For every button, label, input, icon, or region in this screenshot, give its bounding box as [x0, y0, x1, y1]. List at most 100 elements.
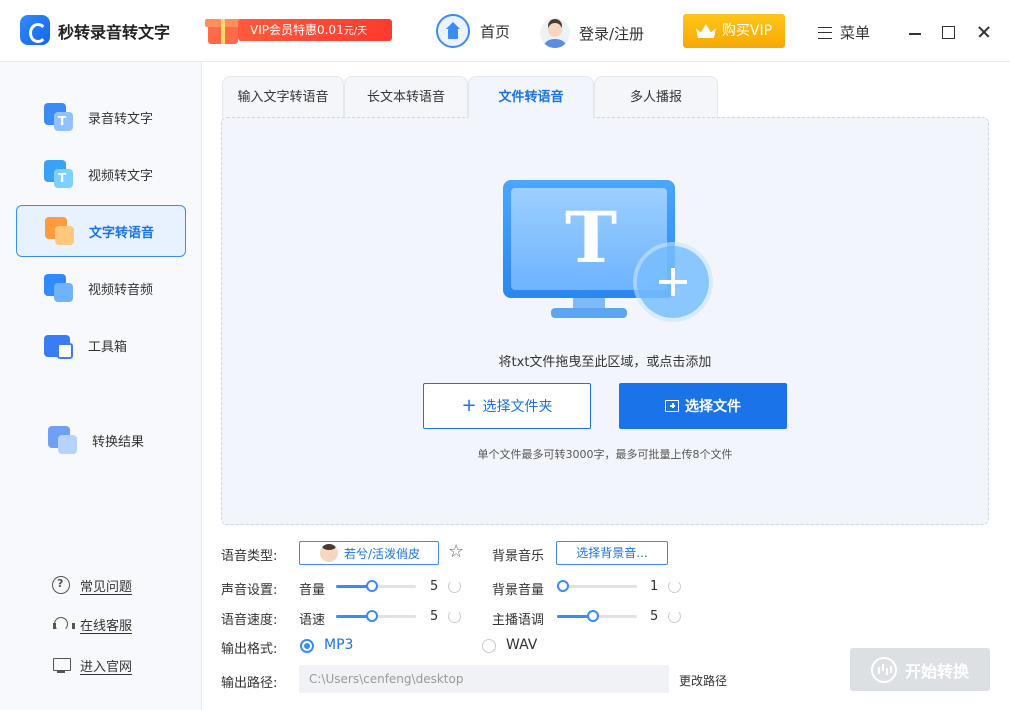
- sound-settings-label: 声音设置:: [221, 583, 278, 598]
- sidebar-item-label: 录音转文字: [88, 111, 154, 127]
- website-label: 进入官网: [80, 659, 133, 675]
- tab-multi-speaker[interactable]: 多人播报: [594, 76, 718, 118]
- reset-icon[interactable]: [668, 580, 681, 593]
- login-button[interactable]: 登录/注册: [540, 16, 644, 50]
- home-icon: [436, 14, 470, 48]
- select-folder-label: 选择文件夹: [482, 399, 553, 415]
- tab-long-text[interactable]: 长文本转语音: [344, 76, 468, 118]
- select-folder-button[interactable]: + 选择文件夹: [423, 383, 591, 429]
- star-icon[interactable]: ☆: [448, 543, 464, 561]
- minimize-icon[interactable]: [906, 24, 924, 42]
- hamburger-icon: [818, 26, 832, 39]
- video-to-text-icon: T: [44, 160, 74, 188]
- title-bar: 秒转录音转文字 VIP会员特惠0.01元/天 首页 登录/注册 购买VIP 菜单: [0, 0, 1010, 62]
- monitor-icon: [52, 656, 71, 674]
- volume-slider[interactable]: [336, 579, 416, 593]
- voice-name: 若兮/活泼俏皮: [344, 546, 421, 561]
- toolbox-icon: [44, 331, 74, 359]
- sidebar-item-text-to-speech[interactable]: 文字转语音: [16, 205, 186, 257]
- tab-input-text[interactable]: 输入文字转语音: [222, 76, 344, 118]
- format-label: 输出格式:: [221, 642, 278, 657]
- user-avatar-icon: [540, 18, 570, 48]
- video-to-audio-icon: [44, 274, 74, 302]
- upload-limit-note: 单个文件最多可转3000字，最多可批量上传8个文件: [477, 448, 733, 461]
- plus-icon: [637, 246, 709, 318]
- vip-promo-label: VIP会员特惠0.01元/天: [238, 19, 392, 41]
- sidebar: T 录音转文字 T 视频转文字 文字转语音 视频转音频 工具箱 转换结果 常见问…: [0, 62, 202, 710]
- faq-link[interactable]: 常见问题: [52, 574, 132, 596]
- support-link[interactable]: 在线客服: [52, 613, 132, 635]
- tab-file-to-speech[interactable]: 文件转语音: [468, 76, 594, 118]
- home-button[interactable]: 首页: [436, 14, 510, 48]
- format-wav-radio[interactable]: [482, 639, 496, 653]
- support-label: 在线客服: [80, 618, 133, 634]
- sidebar-item-label: 视频转文字: [88, 168, 154, 184]
- buy-vip-button[interactable]: 购买VIP: [683, 14, 785, 48]
- voice-select-button[interactable]: 若兮/活泼俏皮: [299, 541, 439, 565]
- speed-label: 语速: [299, 613, 326, 628]
- tone-slider[interactable]: [557, 609, 637, 623]
- sidebar-item-label: 工具箱: [88, 339, 128, 355]
- file-drop-zone[interactable]: [221, 117, 989, 525]
- select-file-label: 选择文件: [685, 399, 741, 415]
- login-label: 登录/注册: [579, 24, 645, 43]
- tone-value: 5: [650, 609, 659, 624]
- bg-volume-label: 背景音量: [492, 583, 545, 598]
- text-to-speech-icon: [45, 217, 75, 245]
- gift-icon: [202, 14, 242, 44]
- question-icon: [52, 576, 70, 594]
- voice-avatar: [320, 544, 338, 562]
- volume-value: 5: [430, 579, 439, 594]
- select-bgm-button[interactable]: 选择背景音...: [556, 541, 668, 565]
- results-icon: [48, 426, 78, 454]
- path-label: 输出路径:: [221, 676, 278, 691]
- app-title: 秒转录音转文字: [58, 23, 171, 42]
- home-label: 首页: [480, 22, 511, 41]
- drop-hint-text: 将txt文件拖曳至此区域，或点击添加: [498, 355, 712, 370]
- sidebar-item-label: 文字转语音: [89, 225, 155, 241]
- volume-label: 音量: [299, 583, 326, 598]
- website-link[interactable]: 进入官网: [52, 654, 132, 676]
- menu-button[interactable]: 菜单: [818, 22, 870, 43]
- change-path-link[interactable]: 更改路径: [679, 672, 727, 689]
- format-wav-label: WAV: [506, 637, 538, 653]
- speed-slider[interactable]: [336, 609, 416, 623]
- reset-icon[interactable]: [448, 580, 461, 593]
- reset-icon[interactable]: [448, 610, 461, 623]
- sidebar-item-video-to-audio[interactable]: 视频转音频: [16, 262, 186, 314]
- sidebar-item-toolbox[interactable]: 工具箱: [16, 319, 186, 371]
- start-convert-label: 开始转换: [904, 661, 969, 681]
- sidebar-item-audio-to-text[interactable]: T 录音转文字: [16, 91, 186, 143]
- tone-label: 主播语调: [492, 613, 545, 628]
- format-mp3-radio[interactable]: [300, 639, 314, 653]
- sidebar-item-label: 转换结果: [92, 434, 145, 450]
- sidebar-item-video-to-text[interactable]: T 视频转文字: [16, 148, 186, 200]
- menu-label: 菜单: [840, 24, 871, 42]
- start-convert-button[interactable]: 开始转换: [850, 648, 990, 691]
- voice-type-label: 语音类型:: [221, 549, 278, 564]
- reset-icon[interactable]: [668, 610, 681, 623]
- buy-vip-label: 购买VIP: [721, 23, 773, 39]
- sidebar-item-label: 视频转音频: [88, 282, 154, 298]
- select-file-button[interactable]: 选择文件: [619, 383, 787, 429]
- folder-add-icon: [665, 400, 679, 412]
- crown-icon: [696, 24, 716, 38]
- close-icon[interactable]: [975, 23, 993, 41]
- bgm-label: 背景音乐: [492, 549, 545, 564]
- maximize-icon[interactable]: [942, 26, 955, 39]
- output-path-field[interactable]: [299, 665, 669, 693]
- sidebar-item-results[interactable]: 转换结果: [16, 414, 186, 466]
- plus-icon: +: [461, 395, 477, 416]
- speed-value: 5: [430, 609, 439, 624]
- waveform-icon: [870, 656, 897, 683]
- monitor-add-icon[interactable]: T: [503, 180, 709, 320]
- speed-section-label: 语音速度:: [221, 613, 278, 628]
- bg-volume-value: 1: [650, 579, 659, 594]
- vip-promo-banner[interactable]: VIP会员特惠0.01元/天: [196, 14, 392, 44]
- format-mp3-label: MP3: [324, 637, 354, 653]
- audio-to-text-icon: T: [44, 103, 74, 131]
- bg-volume-slider[interactable]: [557, 579, 637, 593]
- app-logo-icon: [20, 15, 50, 45]
- faq-label: 常见问题: [80, 579, 133, 595]
- text-glyph: T: [565, 196, 618, 279]
